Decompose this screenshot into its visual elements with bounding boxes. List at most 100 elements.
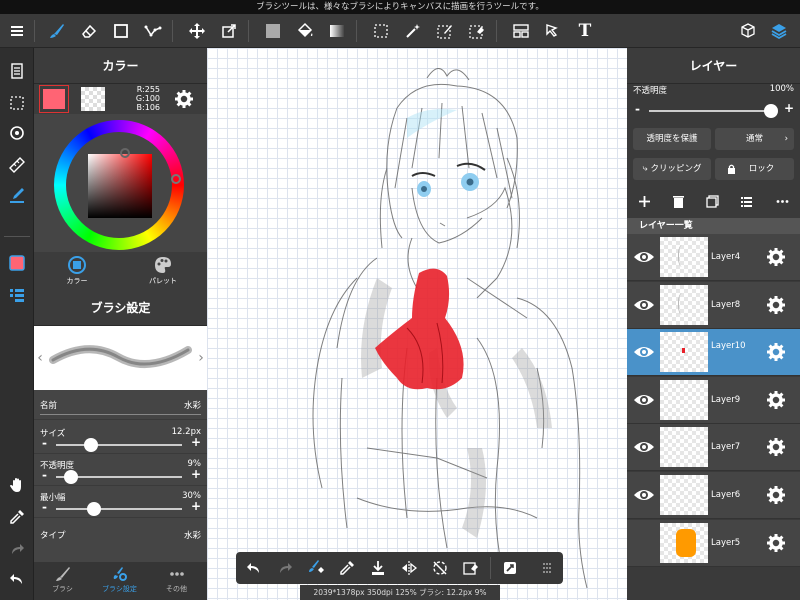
quick-brush-eraser-icon[interactable] <box>300 552 332 584</box>
layer-row[interactable]: Layer7 <box>627 424 800 472</box>
quick-grip-icon[interactable] <box>531 552 563 584</box>
size-slider-track[interactable] <box>56 444 182 446</box>
layer-settings-gear-icon[interactable] <box>766 342 786 362</box>
layer-opacity-slider-thumb[interactable] <box>764 104 778 118</box>
secondary-color-swatch[interactable] <box>81 87 105 111</box>
duplicate-layer-icon[interactable] <box>701 190 723 212</box>
eraser-icon[interactable] <box>74 14 104 48</box>
layer-visibility-eye-icon[interactable] <box>633 248 655 266</box>
opacity-slider-thumb[interactable] <box>64 470 79 484</box>
tab-other[interactable]: その他 <box>148 562 205 600</box>
layer-settings-gear-icon[interactable] <box>766 247 786 267</box>
minwidth-plus-button[interactable]: + <box>191 499 201 513</box>
quick-navigator-icon[interactable] <box>494 552 526 584</box>
operation-icon[interactable] <box>538 14 568 48</box>
transform-icon[interactable] <box>214 14 244 48</box>
brush-type-row[interactable]: タイプ 水彩 <box>34 524 207 556</box>
fill-icon[interactable] <box>258 14 288 48</box>
layer-settings-gear-icon[interactable] <box>766 533 786 553</box>
layer-opacity-minus-button[interactable]: - <box>635 102 640 116</box>
lock-button[interactable]: ロック <box>715 158 794 180</box>
pen-settings-icon[interactable] <box>0 180 34 210</box>
next-brush-chevron-icon[interactable]: › <box>195 326 207 390</box>
smooth-icon[interactable] <box>138 14 168 48</box>
quick-eyedropper-icon[interactable] <box>331 552 363 584</box>
text-icon[interactable]: T <box>570 14 600 48</box>
menu-icon[interactable] <box>2 14 32 48</box>
opacity-plus-button[interactable]: + <box>191 467 201 481</box>
minwidth-slider-track[interactable] <box>56 508 182 510</box>
opacity-minus-button[interactable]: - <box>42 468 47 482</box>
gradient-icon[interactable] <box>322 14 352 48</box>
quick-undo-icon[interactable] <box>238 552 270 584</box>
redo-icon[interactable] <box>0 534 34 564</box>
select-pen-icon[interactable] <box>430 14 460 48</box>
brush-list-icon[interactable] <box>0 280 34 310</box>
rotate-icon[interactable] <box>0 118 34 148</box>
protect-alpha-button[interactable]: 透明度を保護 <box>633 128 711 150</box>
hand-icon[interactable] <box>0 470 34 500</box>
layer-row[interactable]: Layer5 <box>627 519 800 567</box>
select-icon[interactable] <box>366 14 396 48</box>
add-layer-icon[interactable] <box>633 190 655 212</box>
rect-icon[interactable] <box>106 14 136 48</box>
brush-icon[interactable] <box>42 14 72 48</box>
move-icon[interactable] <box>182 14 212 48</box>
layer-row[interactable]: Layer9 <box>627 376 800 424</box>
minwidth-minus-button[interactable]: - <box>42 500 47 514</box>
layer-row[interactable]: Layer4 <box>627 234 800 281</box>
prev-brush-chevron-icon[interactable]: ‹ <box>34 326 46 390</box>
layer-row[interactable]: Layer6 <box>627 472 800 519</box>
3d-icon[interactable] <box>733 14 763 48</box>
saturation-value-square[interactable] <box>88 148 152 218</box>
select-eraser-icon[interactable] <box>462 14 492 48</box>
document-icon[interactable] <box>0 56 34 86</box>
color-settings-gear-icon[interactable] <box>174 89 194 109</box>
layer-opacity-plus-button[interactable]: + <box>784 101 794 115</box>
tab-brush-settings[interactable]: ブラシ設定 <box>91 562 148 600</box>
tab-palette[interactable]: パレット <box>120 252 206 290</box>
clipping-button[interactable]: ⤷ クリッピング <box>633 158 711 180</box>
layer-opacity-slider-track[interactable] <box>649 110 771 112</box>
layer-visibility-eye-icon[interactable] <box>633 296 655 314</box>
primary-color-swatch[interactable] <box>39 85 69 113</box>
quick-snap-off-icon[interactable] <box>424 552 456 584</box>
layer-settings-gear-icon[interactable] <box>766 485 786 505</box>
layer-visibility-eye-icon[interactable] <box>633 391 655 409</box>
layer-settings-gear-icon[interactable] <box>766 437 786 457</box>
color-swatch-icon[interactable] <box>0 248 34 278</box>
layer-visibility-eye-icon[interactable] <box>633 486 655 504</box>
ruler-icon[interactable] <box>0 150 34 180</box>
layer-row[interactable]: Layer8 <box>627 281 800 329</box>
bucket-icon[interactable] <box>290 14 320 48</box>
size-slider-thumb[interactable] <box>84 438 99 452</box>
tab-brush[interactable]: ブラシ <box>34 562 91 600</box>
layer-settings-gear-icon[interactable] <box>766 295 786 315</box>
brush-name-row[interactable]: 名前 水彩 <box>34 390 207 420</box>
drawing-canvas[interactable] <box>207 48 627 600</box>
layout-icon[interactable] <box>506 14 536 48</box>
minwidth-slider-thumb[interactable] <box>86 502 101 516</box>
layers-icon[interactable] <box>764 14 794 48</box>
magic-wand-icon[interactable] <box>398 14 428 48</box>
hue-knob[interactable] <box>171 174 181 184</box>
sv-knob[interactable] <box>120 148 130 158</box>
undo-icon[interactable] <box>0 564 34 594</box>
quick-save-icon[interactable] <box>362 552 394 584</box>
size-plus-button[interactable]: + <box>191 435 201 449</box>
quick-flip-icon[interactable] <box>393 552 425 584</box>
selection-icon[interactable] <box>0 88 34 118</box>
layer-visibility-eye-icon[interactable] <box>633 343 655 361</box>
blend-mode-button[interactable]: 通常 › <box>715 128 794 150</box>
layer-settings-gear-icon[interactable] <box>766 390 786 410</box>
layer-row[interactable]: Layer10 <box>627 329 800 377</box>
eyedropper-icon[interactable] <box>0 502 34 532</box>
quick-redo-icon[interactable] <box>269 552 301 584</box>
size-minus-button[interactable]: - <box>42 436 47 450</box>
delete-layer-icon[interactable] <box>667 190 689 212</box>
layer-more-icon[interactable] <box>771 190 793 212</box>
layer-visibility-eye-icon[interactable] <box>633 438 655 456</box>
quick-clear-icon[interactable] <box>455 552 487 584</box>
layer-list-icon[interactable] <box>735 190 757 212</box>
tab-color[interactable]: カラー <box>34 252 120 290</box>
